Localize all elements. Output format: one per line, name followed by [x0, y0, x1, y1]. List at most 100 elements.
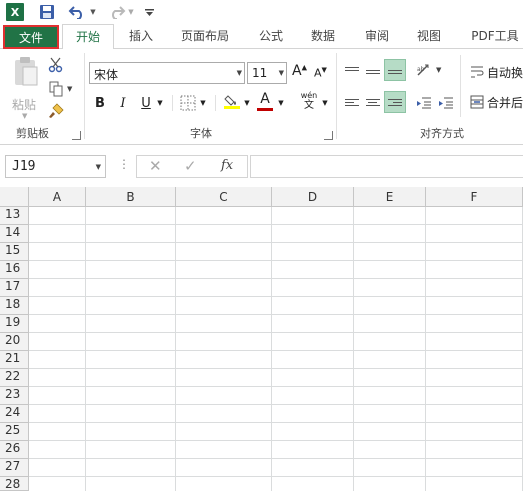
column-header[interactable]: F	[426, 187, 523, 207]
merge-center-button[interactable]: 合并后	[470, 93, 523, 111]
font-size-value: 11	[252, 66, 268, 80]
row-header[interactable]: 16	[0, 261, 29, 279]
font-launcher-icon[interactable]	[324, 131, 333, 140]
underline-dropdown-icon[interactable]: ▼	[155, 93, 165, 113]
row-header[interactable]: 17	[0, 279, 29, 297]
phonetic-guide-button[interactable]: wén 文	[298, 91, 320, 115]
row-header[interactable]: 24	[0, 405, 29, 423]
gridline	[271, 207, 272, 491]
gridline	[29, 332, 523, 333]
tab-file[interactable]: 文件	[3, 25, 59, 49]
row-header[interactable]: 13	[0, 207, 29, 225]
bottom-align-button[interactable]	[384, 59, 406, 81]
fill-color-icon[interactable]	[224, 93, 240, 109]
formula-input[interactable]	[250, 155, 523, 178]
row-header[interactable]: 28	[0, 477, 29, 491]
gridline	[29, 224, 523, 225]
underline-button[interactable]: U	[138, 93, 154, 113]
gridline	[29, 314, 523, 315]
select-all-corner[interactable]	[0, 187, 29, 207]
fill-color-dropdown-icon[interactable]: ▼	[242, 93, 252, 113]
chevron-down-icon[interactable]: ▼	[237, 69, 242, 77]
customize-qat-icon[interactable]	[142, 2, 156, 22]
borders-dropdown-icon[interactable]: ▼	[198, 93, 208, 113]
format-painter-icon[interactable]	[48, 103, 64, 119]
increase-font-size-button[interactable]: A▲	[292, 63, 307, 79]
row-header[interactable]: 26	[0, 441, 29, 459]
gridline	[29, 368, 523, 369]
align-left-button[interactable]	[341, 91, 363, 113]
font-color-button[interactable]: A	[256, 91, 274, 111]
top-align-button[interactable]	[341, 59, 363, 81]
paste-button[interactable]: 粘贴 ▼	[8, 55, 44, 120]
increase-indent-icon[interactable]	[438, 95, 454, 111]
clipboard-group-label: 剪贴板	[16, 127, 49, 140]
tab-formulas[interactable]: 公式	[250, 24, 292, 49]
row-header[interactable]: 22	[0, 369, 29, 387]
row-header[interactable]: 23	[0, 387, 29, 405]
clipboard-launcher-icon[interactable]	[72, 131, 81, 140]
redo-icon[interactable]	[106, 2, 128, 22]
row-header[interactable]: 14	[0, 225, 29, 243]
copy-dropdown-icon[interactable]: ▼	[67, 85, 72, 93]
font-size-combo[interactable]: 11 ▼	[247, 62, 287, 84]
column-header[interactable]: D	[272, 187, 354, 207]
middle-align-button[interactable]	[362, 59, 384, 81]
borders-icon[interactable]	[180, 95, 196, 111]
tab-insert[interactable]: 插入	[120, 24, 162, 49]
copy-icon[interactable]	[48, 81, 64, 97]
tab-review[interactable]: 审阅	[356, 24, 398, 49]
gridline	[29, 404, 523, 405]
paste-icon	[15, 57, 38, 86]
tab-data[interactable]: 数据	[302, 24, 344, 49]
row-header[interactable]: 25	[0, 423, 29, 441]
paste-dropdown-icon[interactable]: ▼	[22, 112, 27, 120]
column-header[interactable]: C	[176, 187, 272, 207]
column-header[interactable]: B	[86, 187, 176, 207]
row-header[interactable]: 27	[0, 459, 29, 477]
chevron-down-icon[interactable]: ▼	[96, 163, 101, 171]
align-center-button[interactable]	[362, 91, 384, 113]
name-box-value: J19	[12, 159, 36, 174]
undo-dropdown-icon[interactable]: ▼	[88, 2, 98, 22]
row-header[interactable]: 18	[0, 297, 29, 315]
decrease-indent-icon[interactable]	[416, 95, 432, 111]
save-icon[interactable]	[38, 2, 56, 22]
name-box[interactable]: J19 ▼	[5, 155, 106, 178]
font-color-dropdown-icon[interactable]: ▼	[276, 93, 286, 113]
align-right-button[interactable]	[384, 91, 406, 113]
tab-pdf-tools[interactable]: PDF工具	[462, 24, 523, 49]
divider	[172, 95, 173, 111]
cut-icon[interactable]	[48, 57, 64, 73]
gridline	[425, 207, 426, 491]
column-header[interactable]: A	[29, 187, 86, 207]
ribbon-home: 粘贴 ▼ ▼ 剪贴板 宋体 ▼ 11 ▼ A▲ A▼ B I U ▼ ▼ ▼ A	[0, 49, 523, 145]
orientation-dropdown-icon[interactable]: ▼	[436, 66, 441, 74]
orientation-button[interactable]: ab	[414, 59, 436, 81]
redo-dropdown-icon[interactable]: ▼	[126, 2, 136, 22]
tab-view[interactable]: 视图	[408, 24, 450, 49]
row-header[interactable]: 15	[0, 243, 29, 261]
decrease-font-size-button[interactable]: A▼	[314, 66, 327, 80]
column-header[interactable]: E	[354, 187, 426, 207]
bold-button[interactable]: B	[92, 93, 108, 113]
tab-page-layout[interactable]: 页面布局	[172, 24, 238, 49]
enter-icon[interactable]: ✓	[184, 157, 197, 175]
undo-icon[interactable]	[66, 2, 88, 22]
row-header[interactable]: 19	[0, 315, 29, 333]
insert-function-button[interactable]: fx	[221, 158, 233, 173]
formula-bar-resize-handle[interactable]: ⋮	[118, 157, 130, 171]
row-header[interactable]: 20	[0, 333, 29, 351]
phonetic-dropdown-icon[interactable]: ▼	[320, 93, 330, 113]
spreadsheet-grid[interactable]: A B C D E F 13 14 15 16 17 18 19 20 21 2…	[0, 187, 523, 491]
svg-text:ab: ab	[417, 66, 425, 73]
row-header[interactable]: 21	[0, 351, 29, 369]
font-name-combo[interactable]: 宋体 ▼	[89, 62, 245, 84]
tab-home[interactable]: 开始	[62, 24, 114, 50]
gridline	[29, 260, 523, 261]
wrap-text-button[interactable]: 自动换	[470, 63, 523, 81]
chevron-down-icon[interactable]: ▼	[279, 69, 284, 77]
gridline	[353, 207, 354, 491]
italic-button[interactable]: I	[115, 93, 131, 113]
cancel-icon[interactable]: ✕	[149, 157, 162, 175]
